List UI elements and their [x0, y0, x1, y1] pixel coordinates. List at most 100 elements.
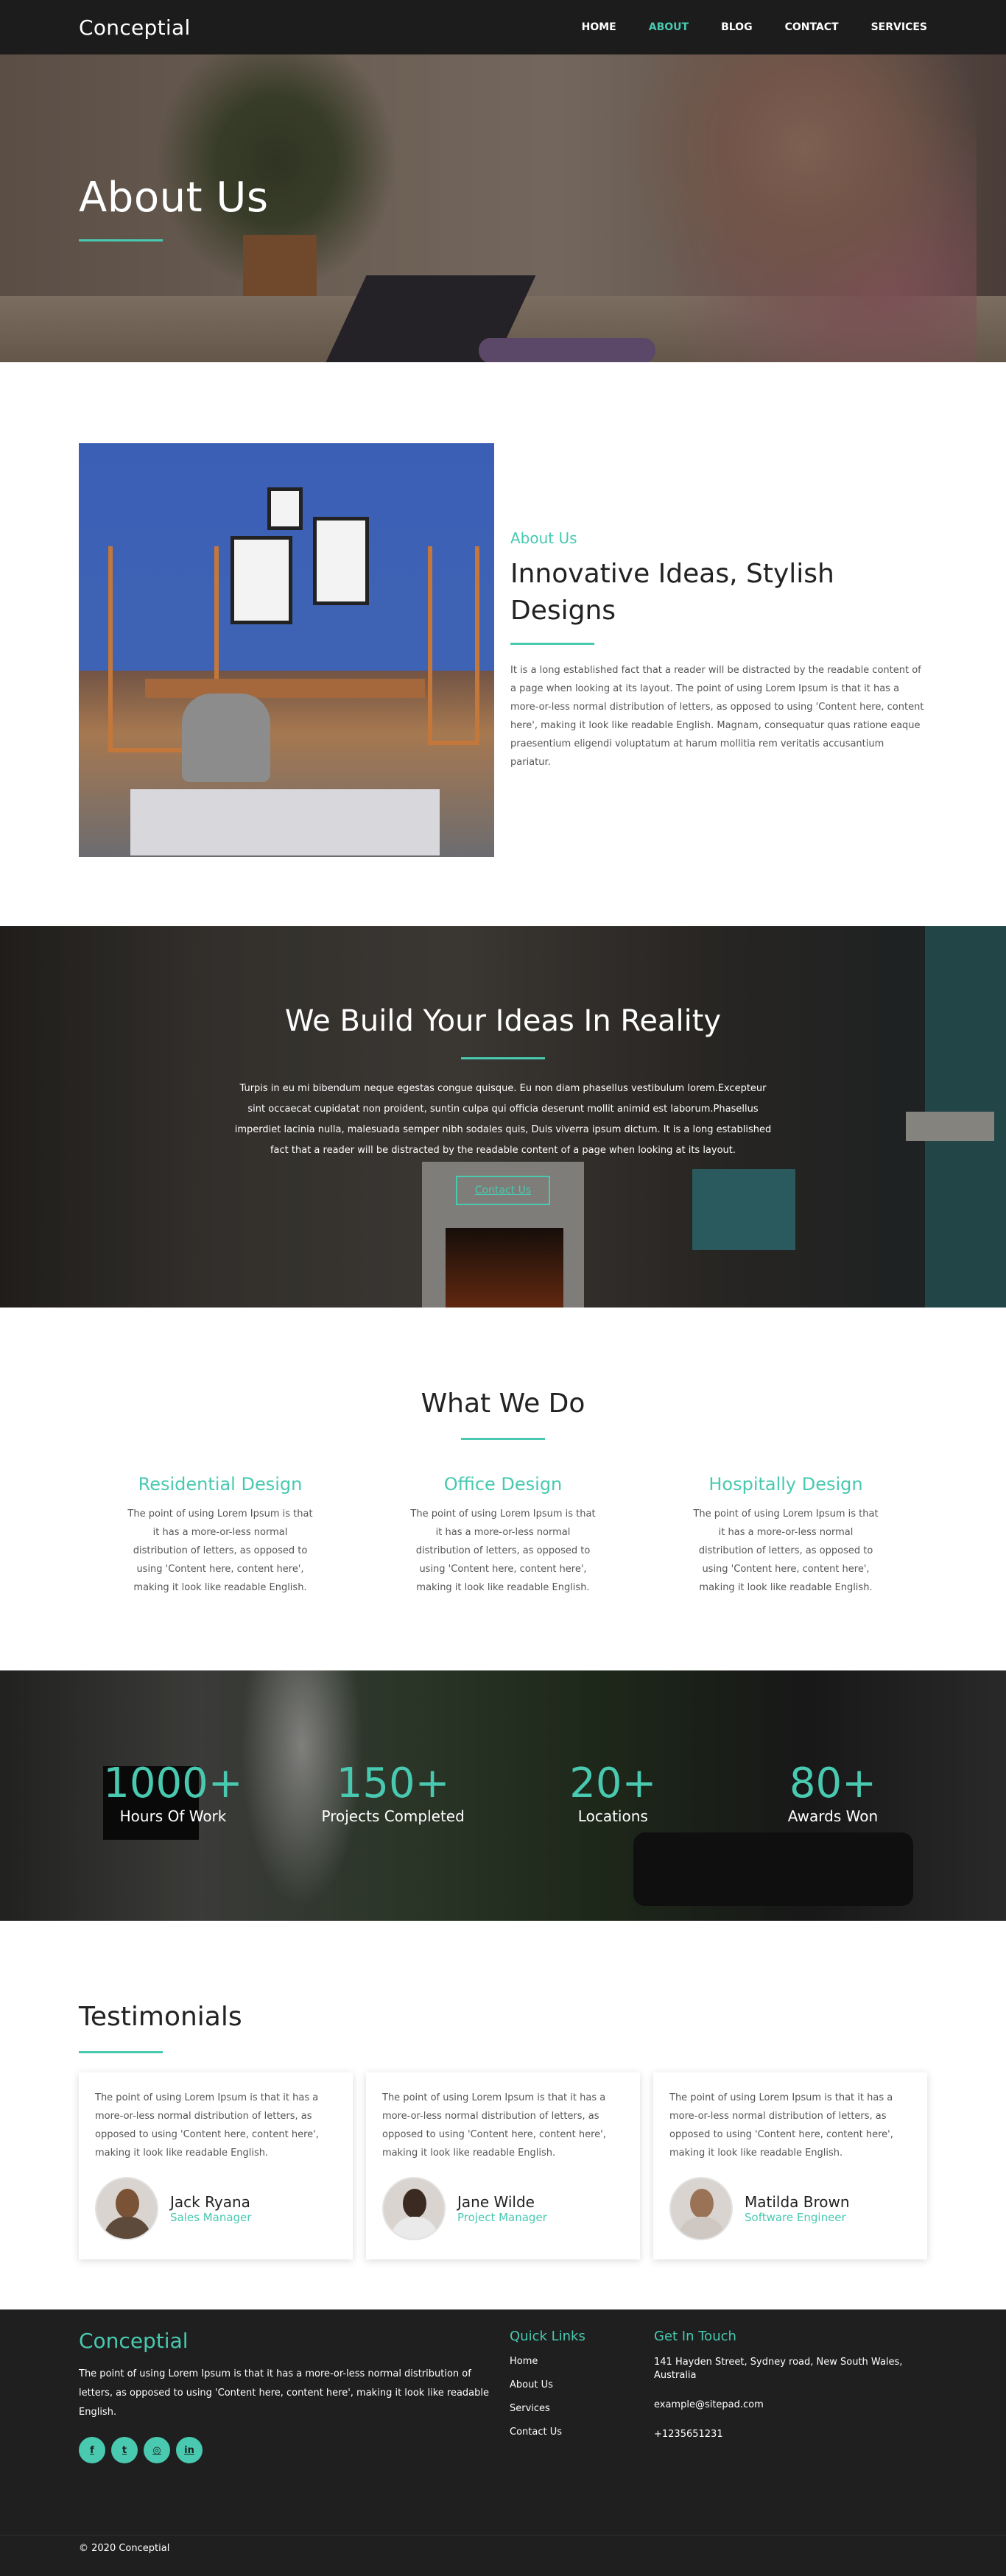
hero-dumbbell-image: [479, 338, 655, 362]
stat-label: Awards Won: [787, 1807, 879, 1825]
testimonial-quote: The point of using Lorem Ipsum is that i…: [382, 2092, 606, 2159]
service-title: Office Design: [443, 1474, 563, 1495]
contact-us-button[interactable]: Contact Us: [455, 1176, 551, 1205]
stats-section: 1000+ Hours Of Work 150+ Projects Comple…: [0, 1670, 1006, 1921]
what-title: What We Do: [421, 1388, 585, 1419]
hero-plant-image: [155, 54, 398, 290]
footer-link-contact[interactable]: Contact Us: [510, 2427, 654, 2438]
service-title: Hospitally Design: [708, 1474, 863, 1495]
about-room-image: [79, 443, 494, 857]
avatar: [669, 2177, 733, 2240]
stat-value: 20+: [569, 1760, 657, 1807]
about-body: It is a long established fact that a rea…: [510, 664, 924, 768]
hero-floor-image: [0, 296, 1006, 362]
what-divider: [461, 1438, 545, 1440]
stat-locations: 20+ Locations: [532, 1760, 694, 1826]
service-residential: Residential Design The point of using Lo…: [79, 1474, 362, 1597]
footer-link-about[interactable]: About Us: [510, 2379, 654, 2390]
service-body: The point of using Lorem Ipsum is that i…: [693, 1508, 879, 1593]
sofa-image: [633, 1832, 913, 1906]
instagram-icon[interactable]: ◎: [144, 2437, 170, 2463]
service-body: The point of using Lorem Ipsum is that i…: [127, 1508, 313, 1593]
footer-link-services[interactable]: Services: [510, 2403, 654, 2414]
person-name: Jack Ryana: [170, 2193, 250, 2211]
wall-frame-right: [313, 517, 369, 605]
service-office: Office Design The point of using Lorem I…: [362, 1474, 644, 1597]
avatar-body: [678, 2217, 725, 2239]
testimonials-section: Testimonials The point of using Lorem Ip…: [0, 1921, 1006, 2309]
contact-title: Get In Touch: [654, 2329, 736, 2344]
person-name: Jane Wilde: [457, 2193, 535, 2211]
testimonial-quote: The point of using Lorem Ipsum is that i…: [95, 2092, 319, 2159]
about-kicker: About Us: [510, 529, 577, 547]
testimonial-card: The point of using Lorem Ipsum is that i…: [79, 2072, 353, 2259]
stat-label: Projects Completed: [321, 1807, 465, 1825]
what-we-do-section: What We Do Residential Design The point …: [0, 1308, 1006, 1670]
social-links: f t ◎ in: [79, 2437, 510, 2463]
about-section: About Us Innovative Ideas, Stylish Desig…: [0, 362, 1006, 926]
contact-phone[interactable]: +1235651231: [654, 2428, 919, 2441]
stat-value: 1000+: [103, 1760, 243, 1807]
avatar-head: [403, 2189, 426, 2218]
testimonials-title: Testimonials: [79, 2002, 242, 2032]
copyright-bar: © 2020 Conceptial: [0, 2535, 1006, 2576]
avatar: [95, 2177, 158, 2240]
service-title: Residential Design: [138, 1474, 303, 1495]
avatar-head: [690, 2189, 714, 2218]
build-title: We Build Your Ideas In Reality: [284, 1004, 722, 1038]
about-title: Innovative Ideas, Stylish Designs: [510, 558, 834, 626]
avatar: [382, 2177, 446, 2240]
hero-banner: About Us: [0, 54, 1006, 362]
testimonial-card: The point of using Lorem Ipsum is that i…: [653, 2072, 927, 2259]
site-logo[interactable]: Conceptial: [79, 15, 191, 40]
testimonial-quote: The point of using Lorem Ipsum is that i…: [669, 2092, 893, 2159]
footer-link-home[interactable]: Home: [510, 2356, 654, 2367]
stat-hours: 1000+ Hours Of Work: [92, 1760, 254, 1826]
person-role: Project Manager: [457, 2211, 547, 2224]
footer-quick-links: Quick Links Home About Us Services Conta…: [510, 2329, 654, 2463]
build-ideas-section: We Build Your Ideas In Reality Turpis in…: [0, 926, 1006, 1308]
nav-contact[interactable]: CONTACT: [785, 21, 839, 33]
stat-label: Hours Of Work: [119, 1807, 227, 1825]
service-hospitality: Hospitally Design The point of using Lor…: [644, 1474, 927, 1597]
person-name: Matilda Brown: [745, 2193, 850, 2211]
avatar-body: [391, 2217, 438, 2239]
wall-frame-small: [267, 487, 303, 530]
footer-brand: Conceptial The point of using Lorem Ipsu…: [79, 2329, 510, 2463]
hero-divider: [79, 239, 163, 241]
main-nav: HOME ABOUT BLOG CONTACT SERVICES: [549, 21, 927, 33]
hero-person-image: [594, 54, 977, 362]
contact-address: 141 Hayden Street, Sydney road, New Sout…: [654, 2357, 903, 2381]
shelf-right-image: [428, 546, 479, 745]
stat-projects: 150+ Projects Completed: [312, 1760, 474, 1826]
stat-label: Locations: [577, 1807, 648, 1825]
stat-value: 150+: [336, 1760, 450, 1807]
desk-image: [145, 679, 425, 698]
build-body: Turpis in eu mi bibendum neque egestas c…: [234, 1083, 772, 1156]
hero-pot-image: [243, 235, 317, 316]
chair-image: [182, 694, 270, 782]
copyright-text: © 2020 Conceptial: [79, 2543, 170, 2554]
contact-email[interactable]: example@sitepad.com: [654, 2399, 919, 2412]
testimonials-divider: [79, 2051, 163, 2053]
linkedin-icon[interactable]: in: [176, 2437, 203, 2463]
footer-logo[interactable]: Conceptial: [79, 2329, 510, 2353]
build-divider: [461, 1057, 545, 1059]
about-text-block: About Us Innovative Ideas, Stylish Desig…: [510, 529, 927, 772]
fire-image: [446, 1228, 563, 1308]
nav-services[interactable]: SERVICES: [871, 21, 927, 33]
hero-laptop-image: [326, 275, 536, 362]
person-role: Software Engineer: [745, 2211, 846, 2224]
avatar-body: [104, 2217, 151, 2239]
about-divider: [510, 642, 594, 645]
twitter-icon[interactable]: t: [111, 2437, 138, 2463]
nav-home[interactable]: HOME: [582, 21, 616, 33]
quick-links-title: Quick Links: [510, 2329, 585, 2344]
footer-contact: Get In Touch 141 Hayden Street, Sydney r…: [654, 2329, 919, 2463]
nav-blog[interactable]: BLOG: [721, 21, 753, 33]
footer-about: The point of using Lorem Ipsum is that i…: [79, 2368, 489, 2418]
facebook-icon[interactable]: f: [79, 2437, 105, 2463]
nav-about[interactable]: ABOUT: [649, 21, 689, 33]
service-body: The point of using Lorem Ipsum is that i…: [410, 1508, 596, 1593]
top-navbar: Conceptial HOME ABOUT BLOG CONTACT SERVI…: [0, 0, 1006, 54]
